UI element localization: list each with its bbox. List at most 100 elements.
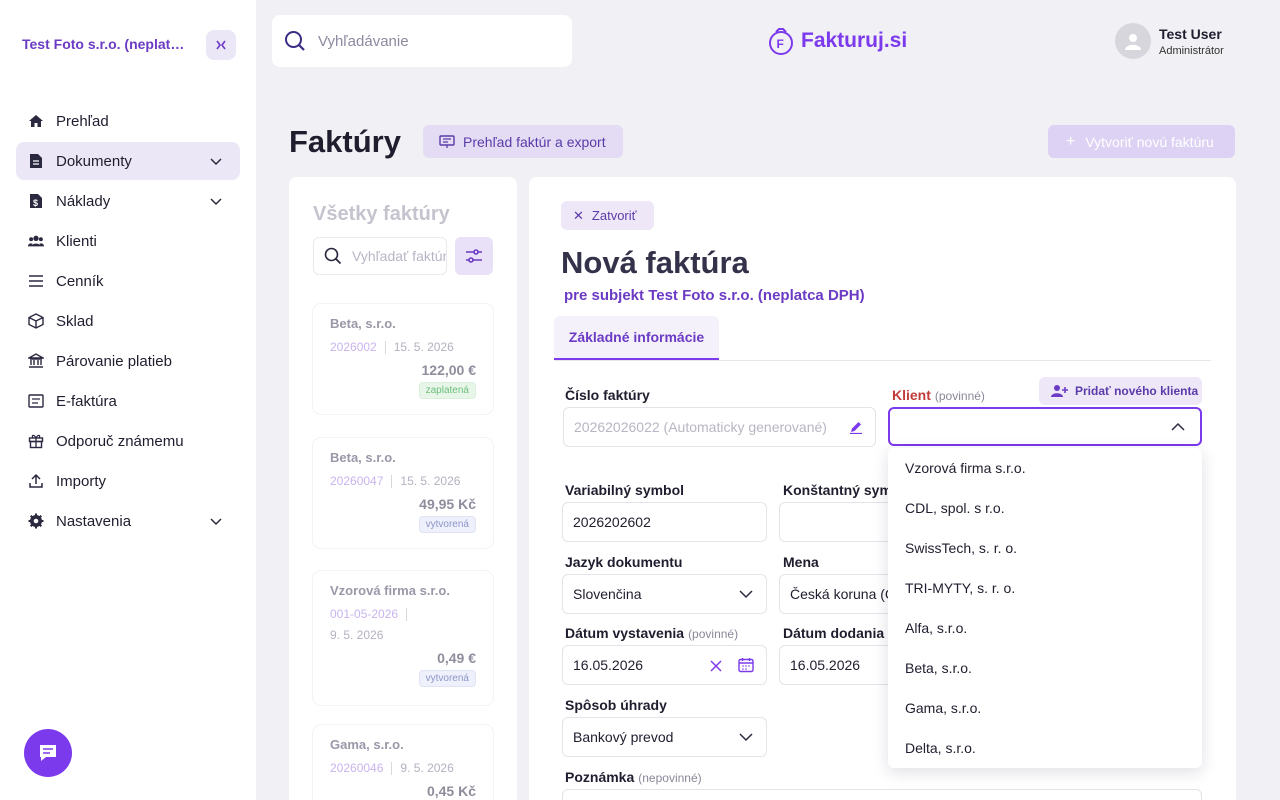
issue-date-field[interactable]: 16.05.2026 bbox=[562, 645, 767, 685]
chat-button[interactable] bbox=[24, 729, 72, 777]
client-option[interactable]: Delta, s.r.o. bbox=[888, 728, 1202, 768]
sidebar-item-parovanie[interactable]: Párovanie platieb bbox=[16, 342, 240, 380]
sidebar-item-nastavenia[interactable]: Nastavenia bbox=[16, 502, 240, 540]
user-name: Test User bbox=[1159, 25, 1222, 42]
invoice-list-panel: Všetky faktúry Vyhľadať faktúru Beta, s.… bbox=[289, 177, 517, 800]
form-subtitle: pre subjekt Test Foto s.r.o. (neplatca D… bbox=[564, 287, 865, 304]
client-select[interactable] bbox=[888, 407, 1202, 446]
logo-text: Fakturuj.si bbox=[801, 29, 908, 52]
sidebar-item-label: Dokumenty bbox=[56, 152, 132, 170]
invoice-date: 15. 5. 2026 bbox=[400, 474, 461, 488]
close-button[interactable]: ✕ Zatvoriť bbox=[561, 201, 654, 230]
sidebar-item-dokumenty[interactable]: Dokumenty bbox=[16, 142, 240, 180]
invoice-amount: 0,45 Kč bbox=[426, 783, 476, 799]
company-name[interactable]: Test Foto s.r.o. (neplatca DPH) bbox=[22, 36, 192, 52]
sidebar-item-naklady[interactable]: $ Náklady bbox=[16, 182, 240, 220]
svg-text:$: $ bbox=[33, 198, 38, 208]
invoice-search[interactable]: Vyhľadať faktúru bbox=[313, 237, 447, 275]
variable-symbol-field[interactable]: 2026202602 bbox=[562, 502, 767, 542]
document-icon bbox=[28, 153, 44, 169]
invoice-card[interactable]: Beta, s.r.o. 20260047 15. 5. 2026 49,95 K… bbox=[313, 438, 493, 548]
client-option[interactable]: TRI-MYTY, s. r. o. bbox=[888, 568, 1202, 608]
invoice-client: Vzorová firma s.r.o. bbox=[330, 583, 450, 598]
sidebar-item-label: Nastavenia bbox=[56, 512, 132, 530]
invoice-date: 9. 5. 2026 bbox=[330, 628, 384, 642]
new-invoice-panel: ✕ Zatvoriť Nová faktúra pre subjekt Test… bbox=[529, 177, 1236, 800]
invoice-amount: 0,49 € bbox=[437, 650, 476, 666]
app-logo[interactable]: F Fakturuj.si bbox=[767, 27, 907, 55]
currency-value: Česká koruna (CZK) bbox=[790, 586, 898, 602]
chevron-down-icon bbox=[210, 518, 222, 526]
invoice-search-input[interactable]: Vyhľadať faktúru bbox=[352, 248, 446, 264]
client-dropdown: Vzorová firma s.r.o. CDL, spol. s r.o. S… bbox=[888, 448, 1202, 768]
sidebar-item-prehlad[interactable]: Prehľad bbox=[16, 102, 240, 140]
edit-icon[interactable] bbox=[849, 420, 863, 434]
clear-icon[interactable] bbox=[710, 660, 722, 672]
variable-symbol-value: 2026202602 bbox=[573, 514, 651, 530]
status-badge: zaplatená bbox=[418, 382, 476, 399]
add-user-icon bbox=[1051, 385, 1068, 397]
user-icon bbox=[1125, 34, 1141, 50]
close-icon: ✕ bbox=[573, 207, 584, 223]
filter-button[interactable] bbox=[455, 237, 493, 275]
sidebar-item-importy[interactable]: Importy bbox=[16, 462, 240, 500]
svg-text:F: F bbox=[777, 37, 784, 51]
client-option[interactable]: Alfa, s.r.o. bbox=[888, 608, 1202, 648]
box-icon bbox=[28, 313, 44, 329]
delivery-date-field[interactable]: 16.05.2026 bbox=[779, 645, 899, 685]
client-option[interactable]: Gama, s.r.o. bbox=[888, 688, 1202, 728]
global-search[interactable]: Vyhľadávanie bbox=[272, 15, 572, 67]
invoice-card[interactable]: Beta, s.r.o. 2026002 15. 5. 2026 122,00 €… bbox=[313, 304, 493, 414]
sidebar-item-klienti[interactable]: Klienti bbox=[16, 222, 240, 260]
sidebar-item-odporuc[interactable]: Odporuč známemu bbox=[16, 422, 240, 460]
status-badge: vytvorená bbox=[418, 670, 476, 687]
sidebar-item-label: Cenník bbox=[56, 272, 104, 290]
note-field[interactable] bbox=[562, 789, 1202, 800]
tab-divider bbox=[554, 360, 1211, 361]
note-label-text: Poznámka bbox=[565, 769, 635, 785]
invoice-number: 001-05-2026 bbox=[330, 607, 399, 621]
language-select[interactable]: Slovenčina bbox=[562, 574, 767, 614]
add-client-button[interactable]: Pridať nového klienta bbox=[1039, 377, 1202, 405]
search-input[interactable]: Vyhľadávanie bbox=[318, 33, 409, 50]
delivery-date-value: 16.05.2026 bbox=[790, 657, 861, 673]
issue-date-required: (povinné) bbox=[688, 627, 739, 641]
client-option[interactable]: Vzorová firma s.r.o. bbox=[888, 448, 1202, 488]
variable-symbol-label: Variabilný symbol bbox=[565, 482, 685, 498]
plus-icon: + bbox=[1066, 132, 1076, 150]
chevron-down-icon bbox=[739, 590, 753, 599]
list-icon bbox=[28, 273, 44, 289]
calendar-icon[interactable] bbox=[738, 657, 754, 673]
sidebar-item-sklad[interactable]: Sklad bbox=[16, 302, 240, 340]
sidebar-item-efaktura[interactable]: E-faktúra bbox=[16, 382, 240, 420]
sidebar-item-label: Náklady bbox=[56, 192, 111, 210]
client-option[interactable]: Beta, s.r.o. bbox=[888, 648, 1202, 688]
note-optional: (nepovinné) bbox=[638, 771, 702, 785]
payment-method-value: Bankový prevod bbox=[573, 729, 674, 745]
collapse-sidebar-button[interactable] bbox=[206, 30, 236, 60]
invoice-overview-button[interactable]: Prehľad faktúr a export bbox=[423, 125, 623, 158]
sidebar-item-label: Klienti bbox=[56, 232, 97, 250]
client-option[interactable]: CDL, spol. s r.o. bbox=[888, 488, 1202, 528]
overview-label: Prehľad faktúr a export bbox=[463, 133, 606, 150]
gift-icon bbox=[28, 433, 44, 449]
currency-select[interactable]: Česká koruna (CZK) bbox=[779, 574, 899, 614]
users-icon bbox=[28, 233, 44, 249]
client-option[interactable]: SwissTech, s. r. o. bbox=[888, 528, 1202, 568]
invoice-list-title: Všetky faktúry bbox=[313, 203, 450, 225]
sidebar-item-cennik[interactable]: Cenník bbox=[16, 262, 240, 300]
user-menu[interactable]: Test User Administrátor bbox=[1115, 23, 1224, 59]
invoice-card[interactable]: Vzorová firma s.r.o. 001-05-2026 9. 5. 20… bbox=[313, 571, 493, 705]
tab-basic-info[interactable]: Základné informácie bbox=[554, 316, 719, 360]
issue-date-label-text: Dátum vystavenia bbox=[565, 625, 685, 641]
payment-method-select[interactable]: Bankový prevod bbox=[562, 717, 767, 757]
chat-icon bbox=[40, 745, 56, 761]
create-invoice-button[interactable]: + Vytvoriť novú faktúru bbox=[1048, 125, 1235, 158]
chevron-down-icon bbox=[210, 158, 222, 166]
constant-symbol-field[interactable] bbox=[779, 502, 899, 542]
search-icon bbox=[285, 31, 305, 51]
chevron-up-icon bbox=[1171, 422, 1185, 431]
sidebar-nav: Prehľad Dokumenty $ Náklady Klienti Cenn… bbox=[16, 102, 240, 542]
invoice-card[interactable]: Gama, s.r.o. 20260046 9. 5. 2026 0,45 Kč bbox=[313, 725, 493, 800]
invoice-number-field[interactable]: 20262026022 (Automaticky generované) bbox=[563, 407, 876, 447]
